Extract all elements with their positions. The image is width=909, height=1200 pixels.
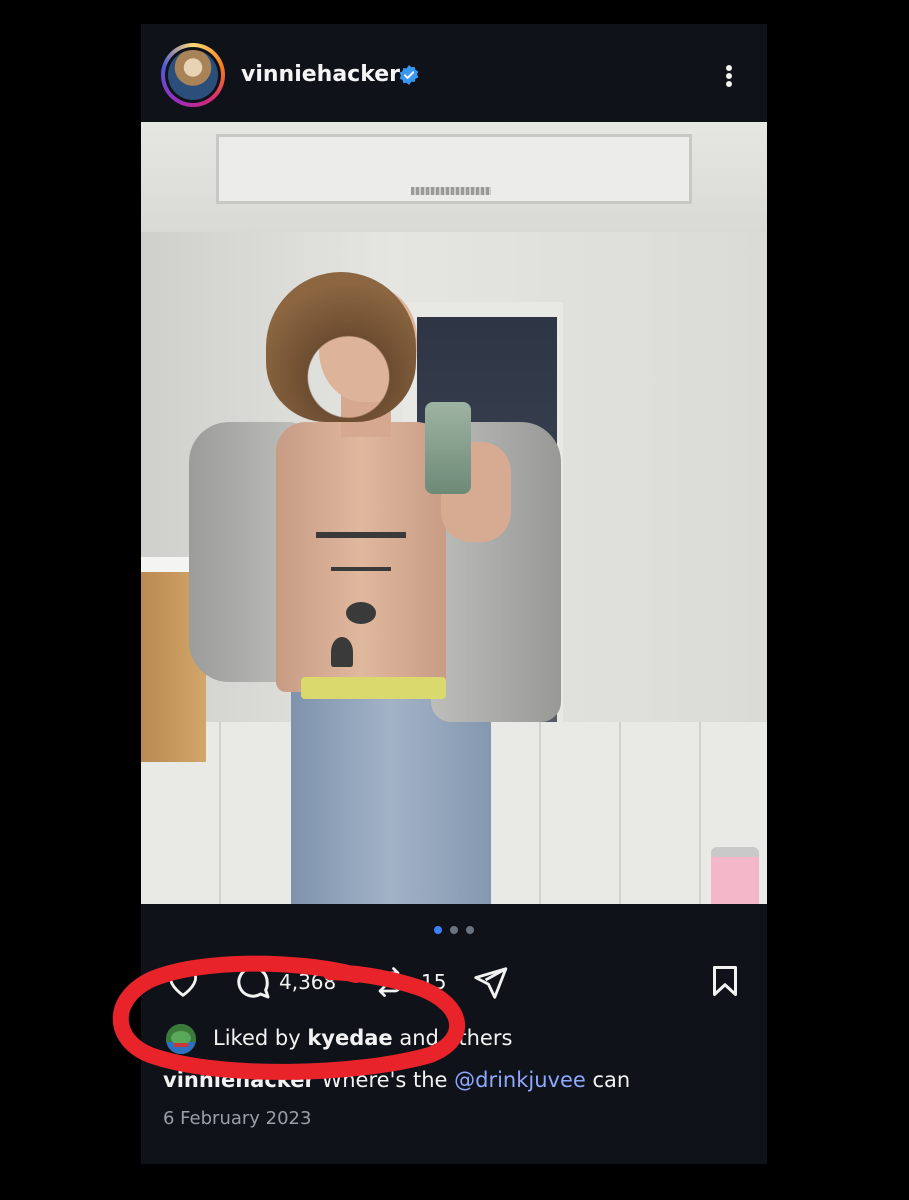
mention-link[interactable]: @drinkjuvee [454, 1068, 586, 1092]
send-icon[interactable] [471, 964, 509, 1002]
verified-badge-icon [399, 65, 419, 85]
repost-icon[interactable] [371, 964, 407, 1000]
post-caption: vinniehacker Where's the @drinkjuvee can [163, 1068, 631, 1092]
repost-count[interactable]: 15 [421, 970, 446, 994]
heart-icon[interactable] [163, 962, 203, 1000]
liker-username[interactable]: kyedae [307, 1026, 392, 1050]
liked-by-text: Liked by kyedae and others [213, 1026, 513, 1050]
post-card: vinniehacker 4,368 15 Liked by kyedae an… [141, 24, 767, 1164]
username-link[interactable]: vinniehacker [241, 62, 400, 87]
more-options-icon[interactable] [717, 61, 741, 91]
post-header: vinniehacker [141, 24, 767, 122]
caption-username[interactable]: vinniehacker [163, 1068, 315, 1092]
carousel-dot [434, 926, 442, 934]
carousel-dot [450, 926, 458, 934]
post-date: 6 February 2023 [163, 1108, 312, 1129]
liker-avatar[interactable] [166, 1024, 196, 1054]
comment-icon[interactable] [233, 962, 273, 1002]
comment-count[interactable]: 4,368 [279, 970, 336, 994]
bookmark-icon[interactable] [707, 962, 743, 1000]
action-bar: 4,368 15 [141, 956, 767, 1006]
post-image[interactable] [141, 122, 767, 904]
profile-avatar[interactable] [161, 43, 225, 107]
carousel-dot [466, 926, 474, 934]
